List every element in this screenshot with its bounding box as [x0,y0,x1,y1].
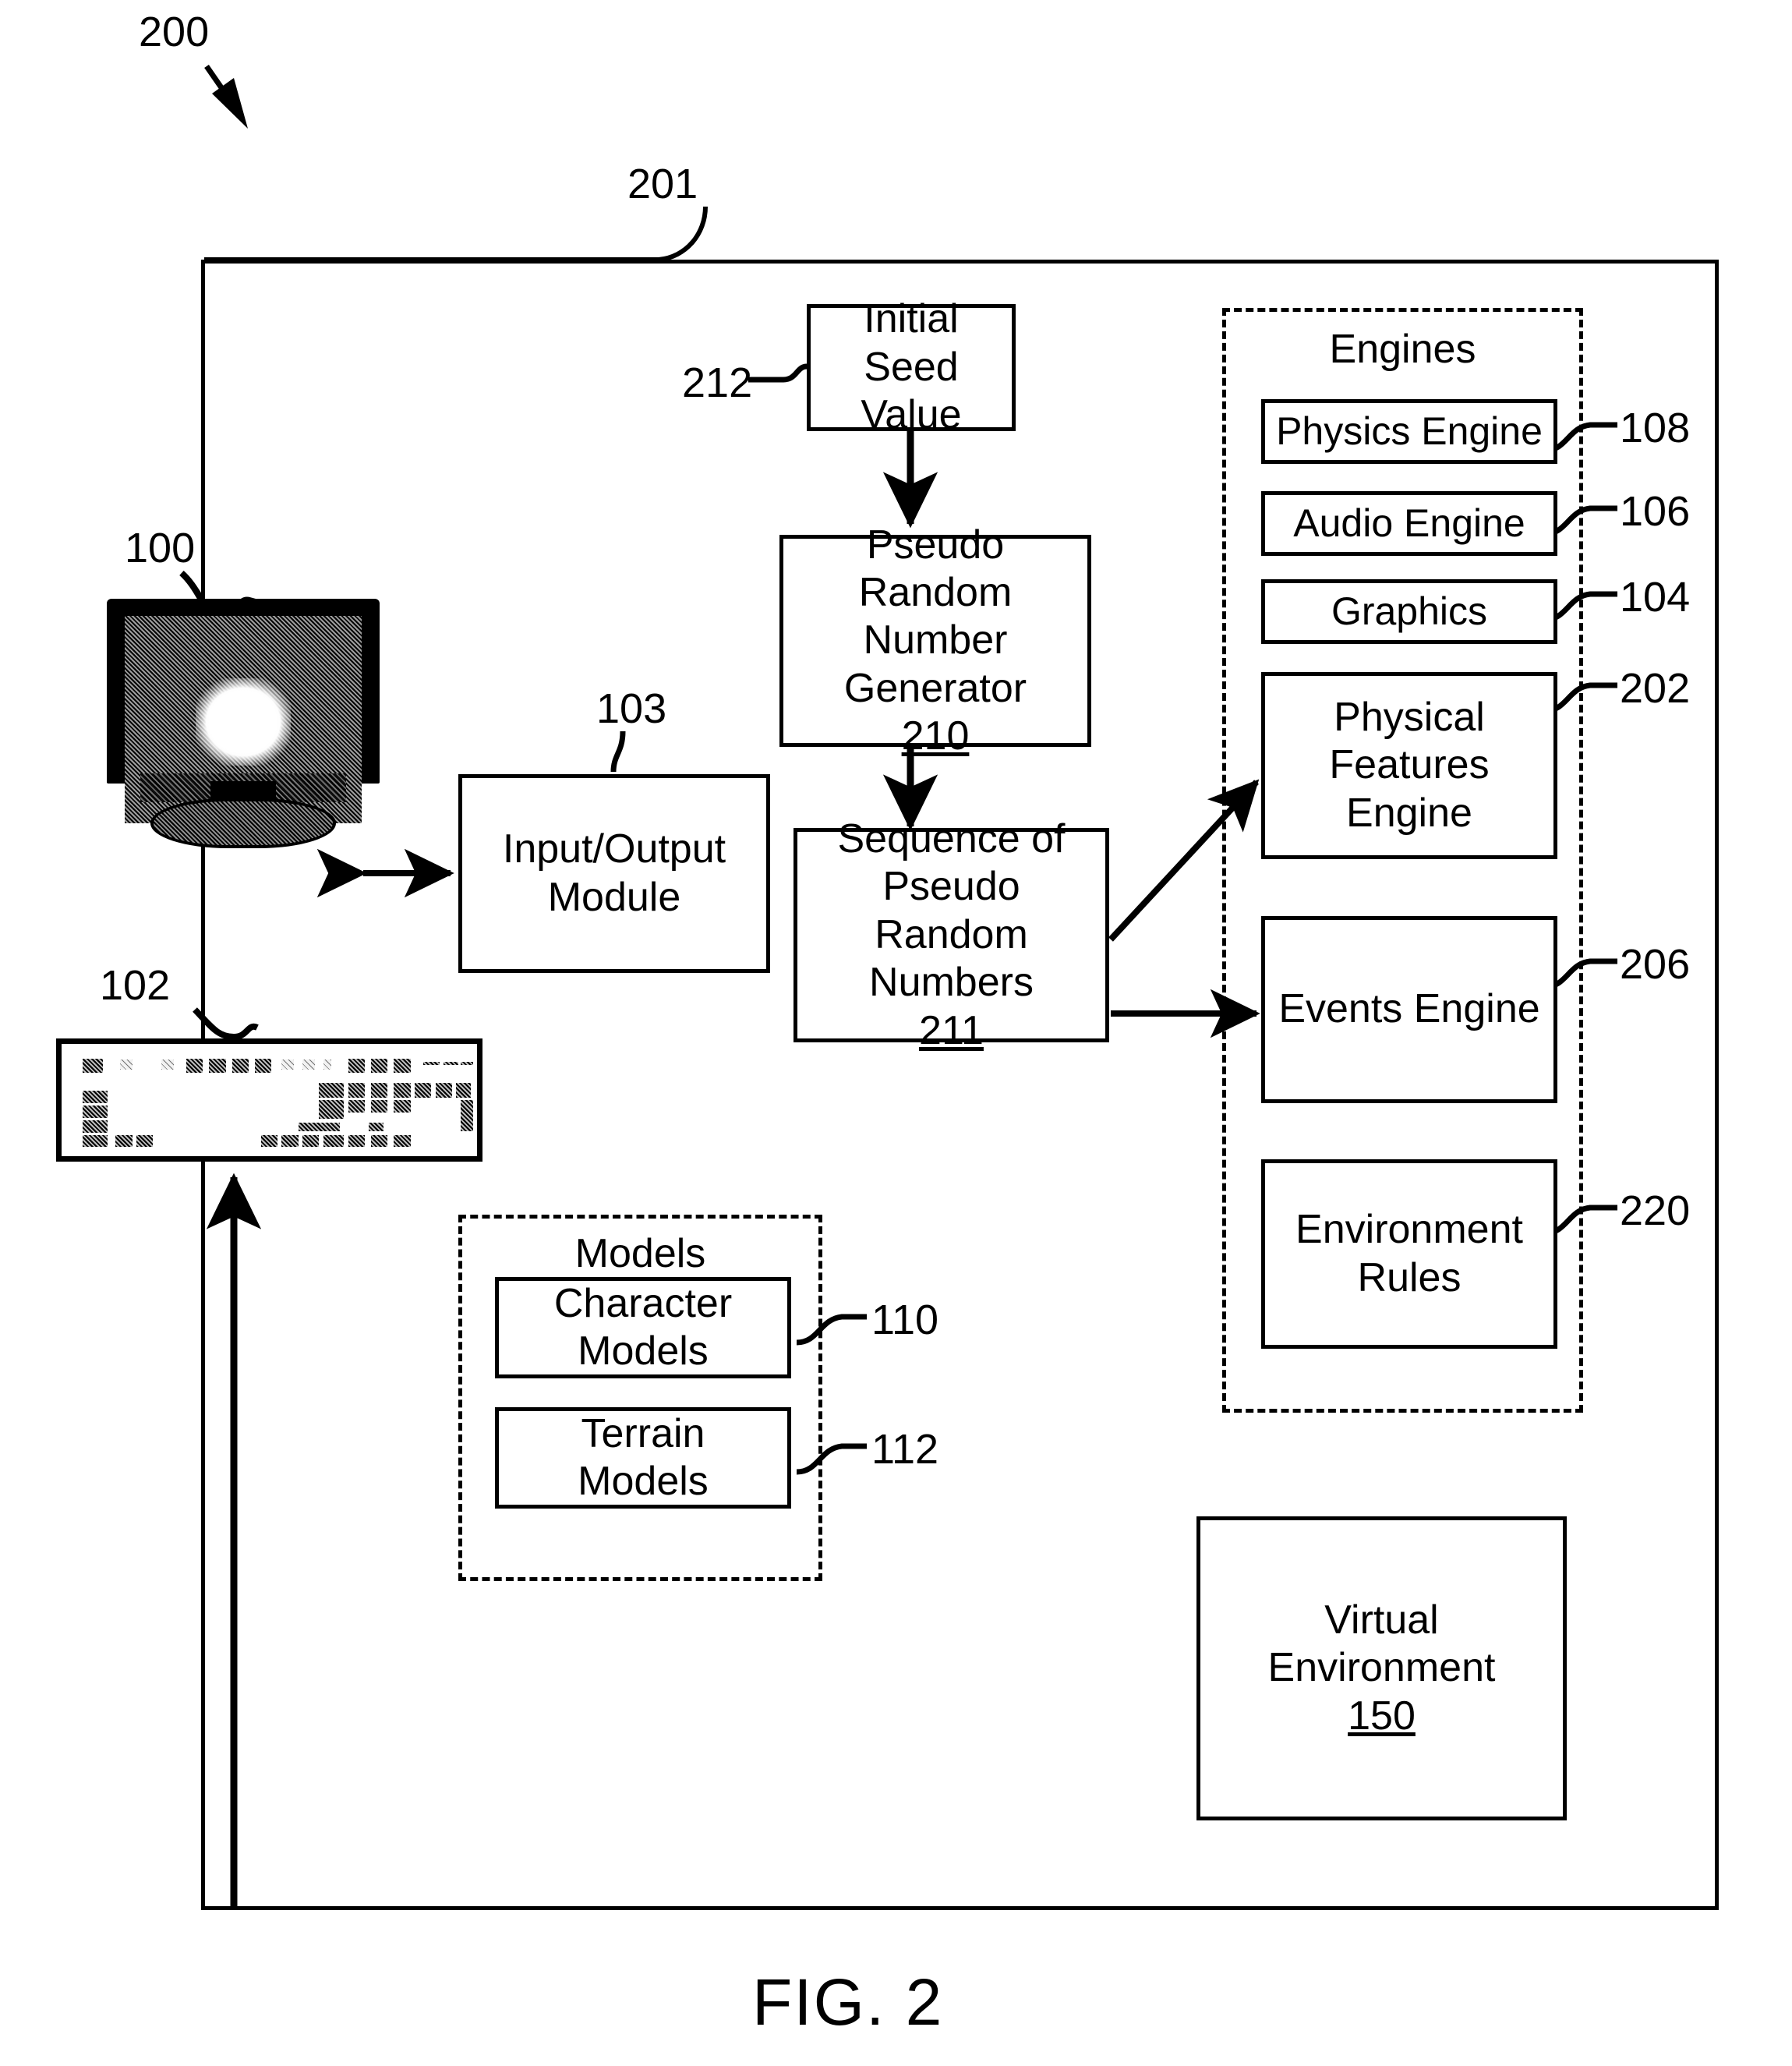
virtual-environment-ref: 150 [1348,1693,1416,1739]
reference-label-103: 103 [596,685,667,732]
terrain-models-line1: Terrain [581,1410,705,1456]
character-models-line1: Character [553,1280,733,1326]
environment-rules-line1: Environment [1295,1207,1523,1253]
prng-block: Pseudo Random Number Generator 210 [779,522,1091,759]
prng-ref: 210 [901,713,970,759]
engine-physics-label: Physics Engine [1276,409,1543,453]
initial-seed-line2: Value [861,392,962,438]
virtual-environment-line1: Virtual Environment [1267,1597,1496,1691]
io-module-line2: Module [547,874,681,920]
display-monitor [107,599,380,848]
io-module-line1: Input/Output [502,826,726,872]
reference-label-200: 200 [139,9,210,55]
prng-line2: Number [863,617,1008,663]
reference-label-108: 108 [1620,405,1691,451]
reference-label-206: 206 [1620,941,1691,988]
engines-group-title: Engines [1329,327,1476,372]
patent-figure-page: 200 201 100 102 103 Input/Output Module … [0,0,1792,2066]
engine-events-block: Events Engine [1261,916,1557,1103]
initial-seed-line1: Initial Seed [864,296,959,390]
sequence-line3: Numbers [869,960,1034,1006]
engine-events-label: Events Engine [1278,986,1540,1032]
initial-seed-value-block: Initial Seed Value [807,296,1016,437]
character-models-block: Character Models [495,1277,791,1378]
sequence-block: Sequence of Pseudo Random Numbers 211 [793,816,1109,1053]
monitor-base [150,798,336,848]
reference-label-201: 201 [627,161,698,207]
reference-label-212: 212 [682,359,753,406]
virtual-environment-block: Virtual Environment 150 [1196,1516,1567,1820]
reference-label-100: 100 [125,525,196,571]
figure-caption: FIG. 2 [752,1965,944,2039]
io-module-block: Input/Output Module [458,774,770,973]
sequence-line1: Sequence of [837,816,1066,862]
reference-label-220: 220 [1620,1187,1691,1234]
environment-rules-block: Environment Rules [1261,1159,1557,1349]
keyboard-keys [62,1044,477,1156]
reference-label-102: 102 [100,962,171,1009]
models-group-title: Models [574,1231,706,1276]
reference-label-110: 110 [871,1297,939,1343]
reference-label-112: 112 [871,1426,939,1473]
environment-rules-line2: Rules [1357,1254,1462,1300]
prng-line3: Generator [843,665,1027,711]
sequence-line2: Pseudo Random [875,864,1028,957]
reference-label-106: 106 [1620,488,1691,535]
engine-physical-features-line2: Features [1329,742,1490,788]
character-models-line2: Models [578,1328,709,1374]
terrain-models-line2: Models [578,1459,709,1504]
leader-200 [204,65,248,129]
engine-physical-features-block: Physical Features Engine [1261,672,1557,859]
engine-audio-block: Audio Engine [1261,491,1557,556]
monitor-power-led [336,830,355,836]
engine-audio-label: Audio Engine [1293,501,1525,545]
monitor-screen-glow [196,678,291,766]
engine-graphics-block: Graphics [1261,579,1557,644]
engine-physics-block: Physics Engine [1261,399,1557,464]
reference-label-104: 104 [1620,574,1691,621]
keyboard [56,1038,482,1162]
terrain-models-block: Terrain Models [495,1407,791,1509]
engine-physical-features-line3: Engine [1346,790,1472,836]
reference-label-202: 202 [1620,665,1691,712]
leader-201 [204,206,708,262]
prng-line1: Pseudo Random [858,522,1013,615]
sequence-ref: 211 [919,1007,984,1053]
engine-physical-features-line1: Physical [1334,694,1485,740]
engine-graphics-label: Graphics [1331,589,1488,633]
